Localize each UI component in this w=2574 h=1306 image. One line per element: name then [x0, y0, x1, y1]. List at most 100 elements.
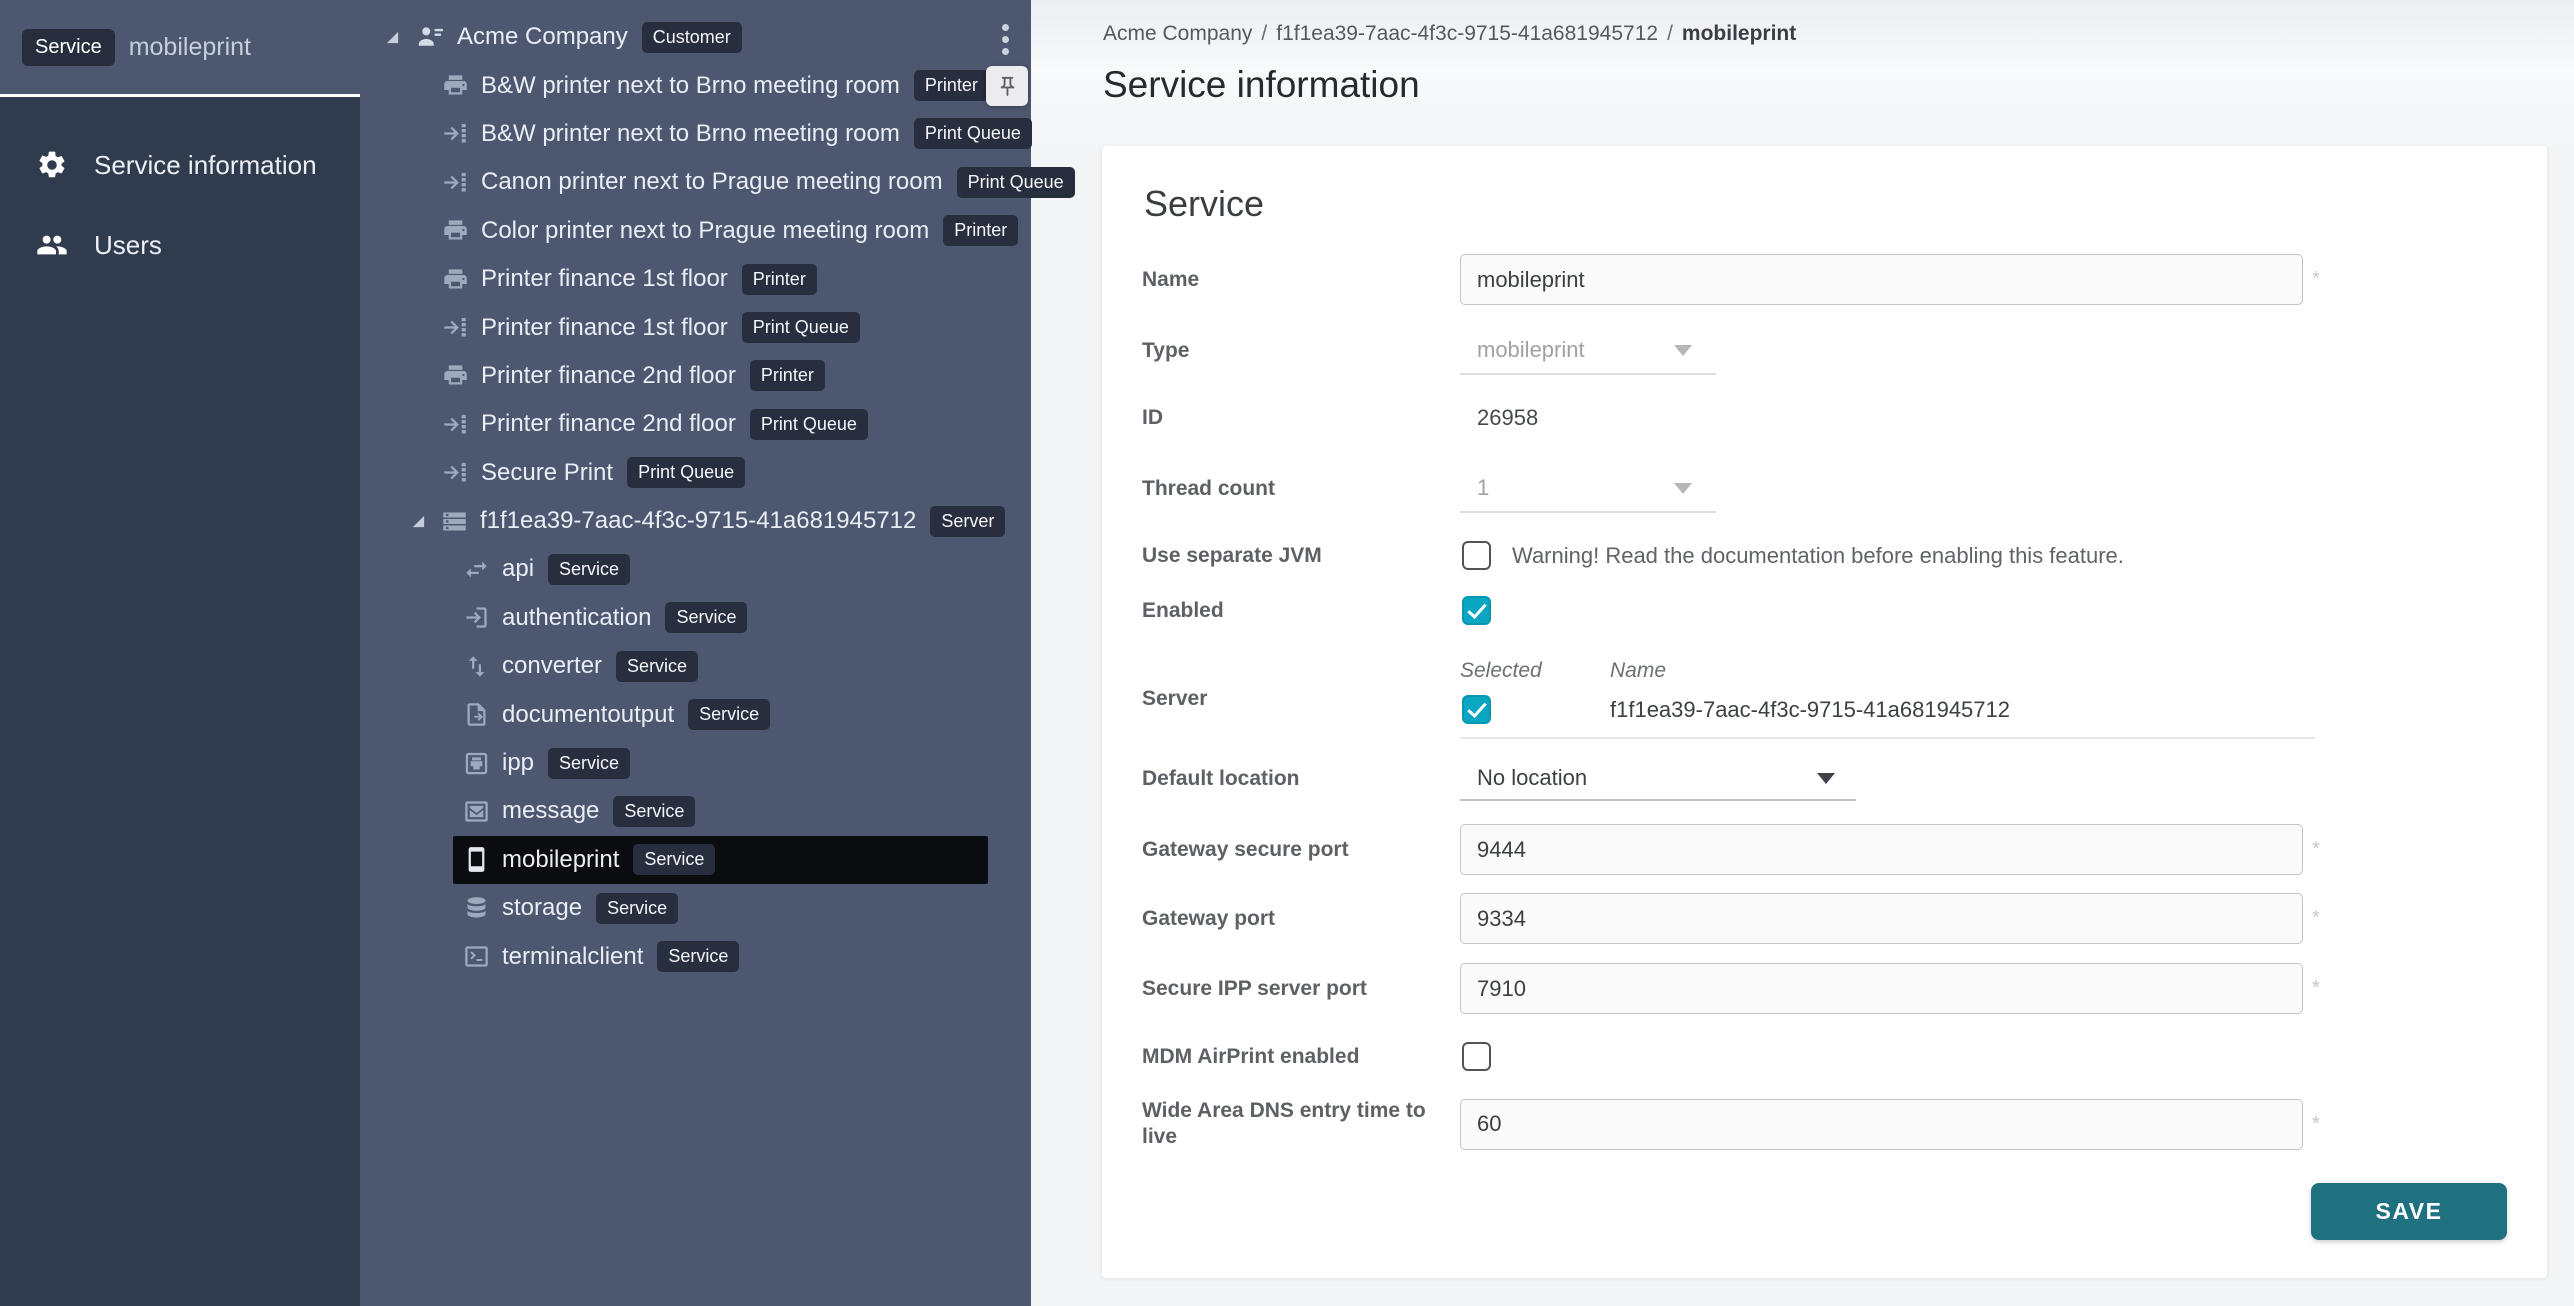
tree-item[interactable]: storage Service [360, 884, 1031, 932]
tree-item-label: Printer finance 1st floor [481, 314, 728, 342]
customer-icon [415, 22, 445, 52]
tree-item[interactable]: Printer finance 1st floor Print Queue [360, 303, 1031, 351]
tree-item-label: Color printer next to Prague meeting roo… [481, 217, 929, 245]
database-icon [463, 895, 490, 922]
use-separate-jvm-checkbox[interactable] [1462, 541, 1491, 570]
tree-item[interactable]: converter Service [360, 642, 1031, 690]
tree-item-label: Printer finance 2nd floor [481, 410, 736, 438]
wide-area-dns-ttl-input[interactable] [1460, 1099, 2303, 1150]
tree-item[interactable]: B&W printer next to Brno meeting room Pr… [360, 110, 1031, 158]
field-label: Gateway secure port [1142, 837, 1460, 863]
tree-item-customer-root[interactable]: Acme Company Customer [360, 13, 1031, 61]
tree-item[interactable]: Printer finance 2nd floor Printer [360, 352, 1031, 400]
printer-icon [442, 266, 469, 293]
field-label: Enabled [1142, 598, 1460, 624]
sidebar: Service mobileprint Service information … [0, 0, 360, 1306]
mdm-airprint-checkbox[interactable] [1462, 1042, 1491, 1071]
default-location-select[interactable]: No location [1460, 757, 1856, 801]
tree-item[interactable]: api Service [360, 545, 1031, 593]
id-value: 26958 [1477, 405, 1538, 431]
tree-item-label: message [502, 797, 599, 825]
entity-type-badge: Service [633, 844, 715, 875]
sidebar-item-service-information[interactable]: Service information [0, 125, 360, 205]
entity-tree-panel: Acme Company Customer B&W printer next t… [360, 0, 1031, 1306]
tree-item[interactable]: Printer finance 2nd floor Print Queue [360, 400, 1031, 448]
print-queue-icon [442, 411, 469, 438]
tree-item[interactable]: Canon printer next to Prague meeting roo… [360, 158, 1031, 206]
expand-caret-icon[interactable] [385, 30, 400, 45]
tree-item-server[interactable]: f1f1ea39-7aac-4f3c-9715-41a681945712 Ser… [360, 497, 1031, 545]
form-row-mdm-airprint: MDM AirPrint enabled [1142, 1042, 2507, 1071]
enabled-checkbox[interactable] [1462, 596, 1491, 625]
breadcrumb-current: mobileprint [1682, 22, 1796, 45]
printer-icon [442, 72, 469, 99]
tree-item[interactable]: terminalclient Service [360, 932, 1031, 980]
required-asterisk: * [2312, 977, 2320, 1000]
tree-item-label: api [502, 555, 534, 583]
tree-menu-button[interactable] [1002, 24, 1012, 60]
sidebar-item-users[interactable]: Users [0, 205, 360, 285]
server-table-row: f1f1ea39-7aac-4f3c-9715-41a681945712 [1460, 695, 2315, 739]
entity-type-badge: Print Queue [957, 167, 1075, 198]
form-row-server: Server Selected Name f1f1ea39-7aac-4f3c-… [1142, 659, 2507, 739]
form-row-id: ID 26958 [1142, 403, 2507, 433]
entity-type-badge: Service [665, 602, 747, 633]
tree-item[interactable]: B&W printer next to Brno meeting room Pr… [360, 61, 1031, 109]
tree-item-label: ipp [502, 749, 534, 777]
tree-item-label: f1f1ea39-7aac-4f3c-9715-41a681945712 [480, 507, 916, 535]
form-heading: Service [1144, 182, 2507, 226]
tree-item-mobileprint-selected[interactable]: mobileprint Service [360, 836, 1031, 884]
save-button[interactable]: SAVE [2311, 1183, 2507, 1240]
form-row-use-separate-jvm: Use separate JVM Warning! Read the docum… [1142, 541, 2507, 570]
service-name-title: mobileprint [129, 33, 251, 62]
tree-item-label: Printer finance 1st floor [481, 265, 728, 293]
tree-item[interactable]: documentoutput Service [360, 690, 1031, 738]
gateway-secure-port-input[interactable] [1460, 824, 2303, 875]
main-content: Acme Company / f1f1ea39-7aac-4f3c-9715-41a… [1031, 0, 2574, 1306]
server-selected-checkbox[interactable] [1462, 695, 1491, 724]
expand-caret-icon[interactable] [411, 514, 426, 529]
sidebar-nav: Service information Users [0, 97, 360, 285]
breadcrumb-server[interactable]: f1f1ea39-7aac-4f3c-9715-41a681945712 [1276, 22, 1658, 45]
print-queue-icon [442, 169, 469, 196]
entity-type-badge: Service [596, 893, 678, 924]
tree-item[interactable]: Color printer next to Prague meeting roo… [360, 207, 1031, 255]
entity-type-badge: Printer [742, 264, 817, 295]
pin-icon [996, 75, 1019, 98]
form-row-enabled: Enabled [1142, 596, 2507, 625]
tree-item[interactable]: Secure Print Print Queue [360, 449, 1031, 497]
chevron-down-icon [1674, 345, 1692, 356]
breadcrumb-customer[interactable]: Acme Company [1103, 22, 1252, 45]
tree-item[interactable]: ipp Service [360, 739, 1031, 787]
secure-ipp-server-port-input[interactable] [1460, 963, 2303, 1014]
default-location-value: No location [1477, 765, 1587, 791]
name-input[interactable] [1460, 254, 2303, 305]
entity-type-badge: Print Queue [750, 409, 868, 440]
dot [1002, 48, 1009, 55]
server-table-header: Selected Name [1460, 659, 2315, 683]
form-row-secure-ipp-server-port: Secure IPP server port * [1142, 963, 2507, 1014]
server-table: Selected Name f1f1ea39-7aac-4f3c-9715-41… [1460, 659, 2315, 739]
tree-item[interactable]: Printer finance 1st floor Printer [360, 255, 1031, 303]
sidebar-header: Service mobileprint [0, 0, 360, 97]
tree-item-label: documentoutput [502, 701, 674, 729]
entity-type-badge: Service [548, 554, 630, 585]
swap-vertical-icon [463, 653, 490, 680]
breadcrumb-separator: / [1667, 22, 1673, 45]
users-icon [36, 229, 68, 261]
tree-item[interactable]: authentication Service [360, 594, 1031, 642]
entity-type-badge: Service [548, 748, 630, 779]
server-name-value: f1f1ea39-7aac-4f3c-9715-41a681945712 [1610, 697, 2010, 723]
form-row-thread-count: Thread count 1 [1142, 465, 2507, 513]
tree-item[interactable]: message Service [360, 787, 1031, 835]
pin-panel-button[interactable] [986, 66, 1028, 106]
gateway-port-input[interactable] [1460, 893, 2303, 944]
field-label: Secure IPP server port [1142, 976, 1460, 1002]
tree-item-label: converter [502, 652, 602, 680]
thread-count-value: 1 [1477, 475, 1489, 501]
field-label: Default location [1142, 766, 1460, 792]
print-queue-icon [442, 120, 469, 147]
entity-type-badge: Service [616, 651, 698, 682]
tree-item-label: Secure Print [481, 459, 613, 487]
entity-type-badge: Server [930, 506, 1005, 537]
